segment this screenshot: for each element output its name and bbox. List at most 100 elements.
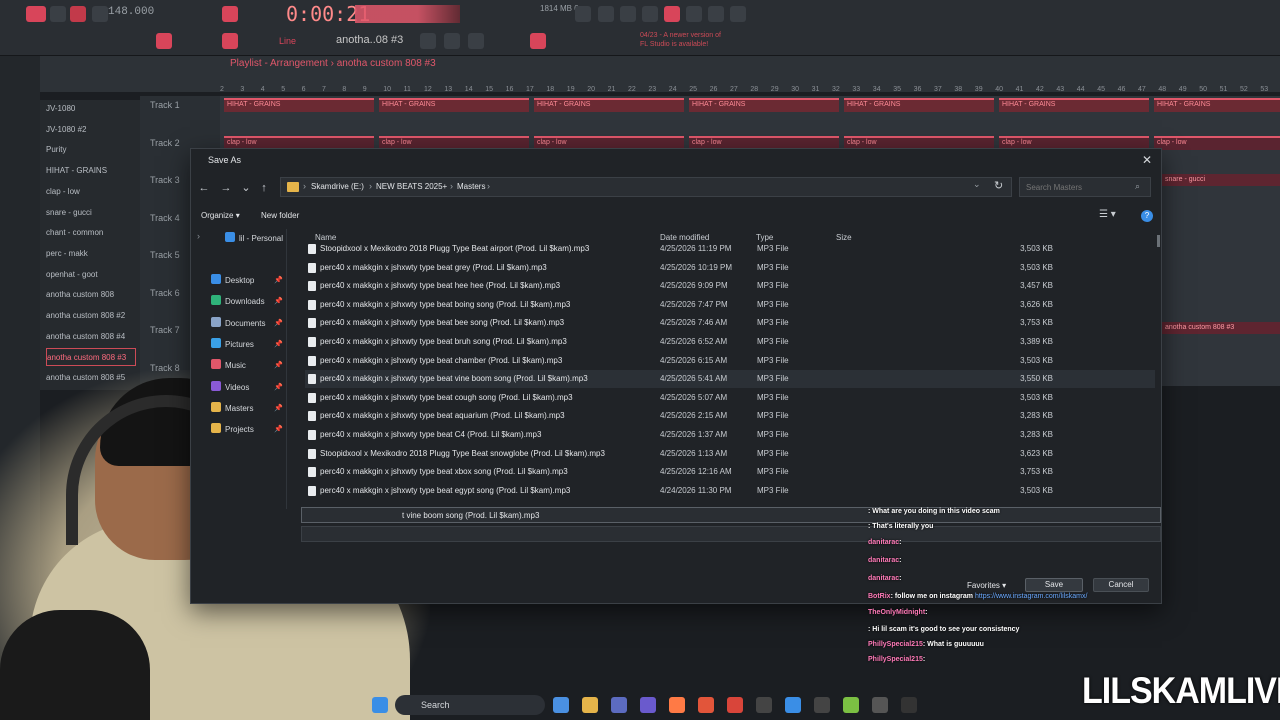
up-icon[interactable]: ↑ xyxy=(257,181,271,195)
channel-item[interactable]: Purity xyxy=(46,141,136,159)
fl-studio-icon[interactable] xyxy=(669,697,685,713)
chat-username[interactable]: BotRix xyxy=(868,593,891,600)
tool-icon[interactable] xyxy=(420,33,436,49)
obs-icon[interactable] xyxy=(901,697,917,713)
refresh-icon[interactable]: ↻ xyxy=(994,179,1003,192)
track-name[interactable]: Track 3 xyxy=(150,175,180,185)
play-button[interactable] xyxy=(50,6,66,22)
track-name[interactable]: Track 7 xyxy=(150,325,180,335)
tool-icon[interactable] xyxy=(468,33,484,49)
discord-icon[interactable] xyxy=(640,697,656,713)
search-input[interactable] xyxy=(1019,177,1151,197)
app-icon[interactable] xyxy=(727,697,743,713)
file-row[interactable]: perc40 x makkgin x jshxwty type beat C4 … xyxy=(305,426,1155,444)
stop-button[interactable] xyxy=(70,6,86,22)
channel-item[interactable]: anotha custom 808 xyxy=(46,286,136,304)
metronome-icon[interactable] xyxy=(222,6,238,22)
close-icon[interactable]: ✕ xyxy=(1139,152,1155,168)
pattern-clip[interactable]: HIHAT - GRAINS xyxy=(999,98,1149,112)
track-name[interactable]: Track 2 xyxy=(150,138,180,148)
timeline-ruler[interactable]: 2 3 4 5 6 7 8 9 10 11 12 13 14 15 16 17 18 19 20 21 22 23 24 25… xyxy=(220,86,1280,96)
chevron-down-icon[interactable]: ⌄ xyxy=(973,179,981,190)
recent-dropdown-icon[interactable]: ⌄ xyxy=(239,181,253,195)
file-row[interactable]: perc40 x makkgin x jshxwty type beat bee… xyxy=(305,314,1155,332)
forward-icon[interactable]: → xyxy=(219,181,233,195)
brave-icon[interactable] xyxy=(698,697,714,713)
app-icon[interactable] xyxy=(814,697,830,713)
tool-icon[interactable] xyxy=(530,33,546,49)
channel-rack-icon[interactable] xyxy=(620,6,636,22)
snap-mode[interactable]: Line xyxy=(279,36,296,46)
chat-username[interactable]: PhillySpecial215 xyxy=(868,656,923,663)
chat-icon[interactable] xyxy=(708,6,724,22)
chat-username[interactable]: danitarac xyxy=(868,539,899,546)
nav-item[interactable]: Projects xyxy=(211,422,254,438)
channel-item[interactable]: JV-1080 #2 xyxy=(46,121,136,139)
channel-item[interactable]: openhat - goot xyxy=(46,266,136,284)
breadcrumb-drive[interactable]: Skamdrive (E:) xyxy=(311,182,364,191)
pattern-clip[interactable]: HIHAT - GRAINS xyxy=(1154,98,1280,112)
track-name[interactable]: Track 6 xyxy=(150,288,180,298)
song-mode-toggle[interactable] xyxy=(26,6,46,22)
nav-item[interactable]: Documents xyxy=(211,316,265,332)
nav-item[interactable]: lil - Personal xyxy=(225,231,283,247)
app-icon[interactable] xyxy=(843,697,859,713)
chat-link[interactable]: https://www.instagram.com/lilskamx/ xyxy=(975,593,1087,600)
back-icon[interactable]: ← xyxy=(197,181,211,195)
snap-icon[interactable] xyxy=(156,33,172,49)
file-row[interactable]: Stoopidxool x Mexikodro 2018 Plugg Type … xyxy=(305,240,1155,258)
nav-item[interactable]: Videos xyxy=(211,380,249,396)
chevron-right-icon[interactable]: › xyxy=(197,231,200,241)
piano-roll-icon[interactable] xyxy=(664,6,680,22)
track-name[interactable]: Track 4 xyxy=(150,213,180,223)
chat-username[interactable]: danitarac xyxy=(868,575,899,582)
channel-item[interactable]: anotha custom 808 #3 xyxy=(46,348,136,367)
help-icon[interactable] xyxy=(642,6,658,22)
channel-item[interactable]: HIHAT - GRAINS xyxy=(46,162,136,180)
file-row[interactable]: perc40 x makkgin x jshxwty type beat cou… xyxy=(305,389,1155,407)
file-row[interactable]: perc40 x makkgin x jshxwty type beat bru… xyxy=(305,333,1155,351)
pattern-clip[interactable]: HIHAT - GRAINS xyxy=(844,98,994,112)
channel-item[interactable]: anotha custom 808 #2 xyxy=(46,307,136,325)
channel-item[interactable]: chant - common xyxy=(46,224,136,242)
download-icon[interactable] xyxy=(730,6,746,22)
nav-item[interactable]: Music xyxy=(211,358,246,374)
file-row[interactable]: perc40 x makkgin x jshxwty type beat boi… xyxy=(305,296,1155,314)
channel-item[interactable]: clap - low xyxy=(46,183,136,201)
update-notice[interactable]: 04/23 - A newer version of FL Studio is … xyxy=(640,31,730,49)
windows-start-icon[interactable] xyxy=(372,697,388,713)
mixer-icon[interactable] xyxy=(598,6,614,22)
pattern-clip[interactable]: HIHAT - GRAINS xyxy=(689,98,839,112)
scrollbar[interactable] xyxy=(1157,235,1160,247)
chat-username[interactable]: danitarac xyxy=(868,557,899,564)
file-row[interactable]: perc40 x makkgin x jshxwty type beat hee… xyxy=(305,277,1155,295)
file-row[interactable]: perc40 x makkgin x jshxwty type beat xbo… xyxy=(305,463,1155,481)
app-icon[interactable] xyxy=(756,697,772,713)
view-options-icon[interactable]: ☰ ▾ xyxy=(1099,209,1116,220)
pattern-clip[interactable]: HIHAT - GRAINS xyxy=(379,98,529,112)
pattern-clip[interactable]: HIHAT - GRAINS xyxy=(224,98,374,112)
channel-item[interactable]: snare - gucci xyxy=(46,204,136,222)
steam-icon[interactable] xyxy=(785,697,801,713)
pattern-clip[interactable]: HIHAT - GRAINS xyxy=(534,98,684,112)
chat-username[interactable]: TheOnlyMidnight xyxy=(868,609,925,616)
file-row[interactable]: perc40 x makkgin x jshxwty type beat egy… xyxy=(305,482,1155,500)
file-row[interactable]: perc40 x makkgin x jshxwty type beat gre… xyxy=(305,259,1155,277)
tool-icon[interactable] xyxy=(444,33,460,49)
nav-item[interactable]: Pictures xyxy=(211,337,254,353)
file-explorer-icon[interactable] xyxy=(582,697,598,713)
pattern-selector[interactable]: anotha..08 #3 xyxy=(336,34,403,46)
new-folder-button[interactable]: New folder xyxy=(261,211,299,220)
channel-item[interactable]: anotha custom 808 #4 xyxy=(46,328,136,346)
file-row[interactable]: perc40 x makkgin x jshxwty type beat cha… xyxy=(305,352,1155,370)
nav-item[interactable]: Desktop xyxy=(211,273,254,289)
help-icon[interactable]: ? xyxy=(1141,210,1153,222)
app-icon[interactable] xyxy=(611,697,627,713)
channel-item[interactable]: JV-1080 xyxy=(46,100,136,118)
track-name[interactable]: Track 5 xyxy=(150,250,180,260)
pattern-clip[interactable]: anotha custom 808 #3 xyxy=(1162,322,1280,334)
file-row[interactable]: Stoopidxool x Mexikodro 2018 Plugg Type … xyxy=(305,445,1155,463)
track-name[interactable]: Track 1 xyxy=(150,100,180,110)
nav-item[interactable]: Masters xyxy=(211,401,253,417)
tempo-display[interactable]: 148.000 xyxy=(108,6,154,22)
